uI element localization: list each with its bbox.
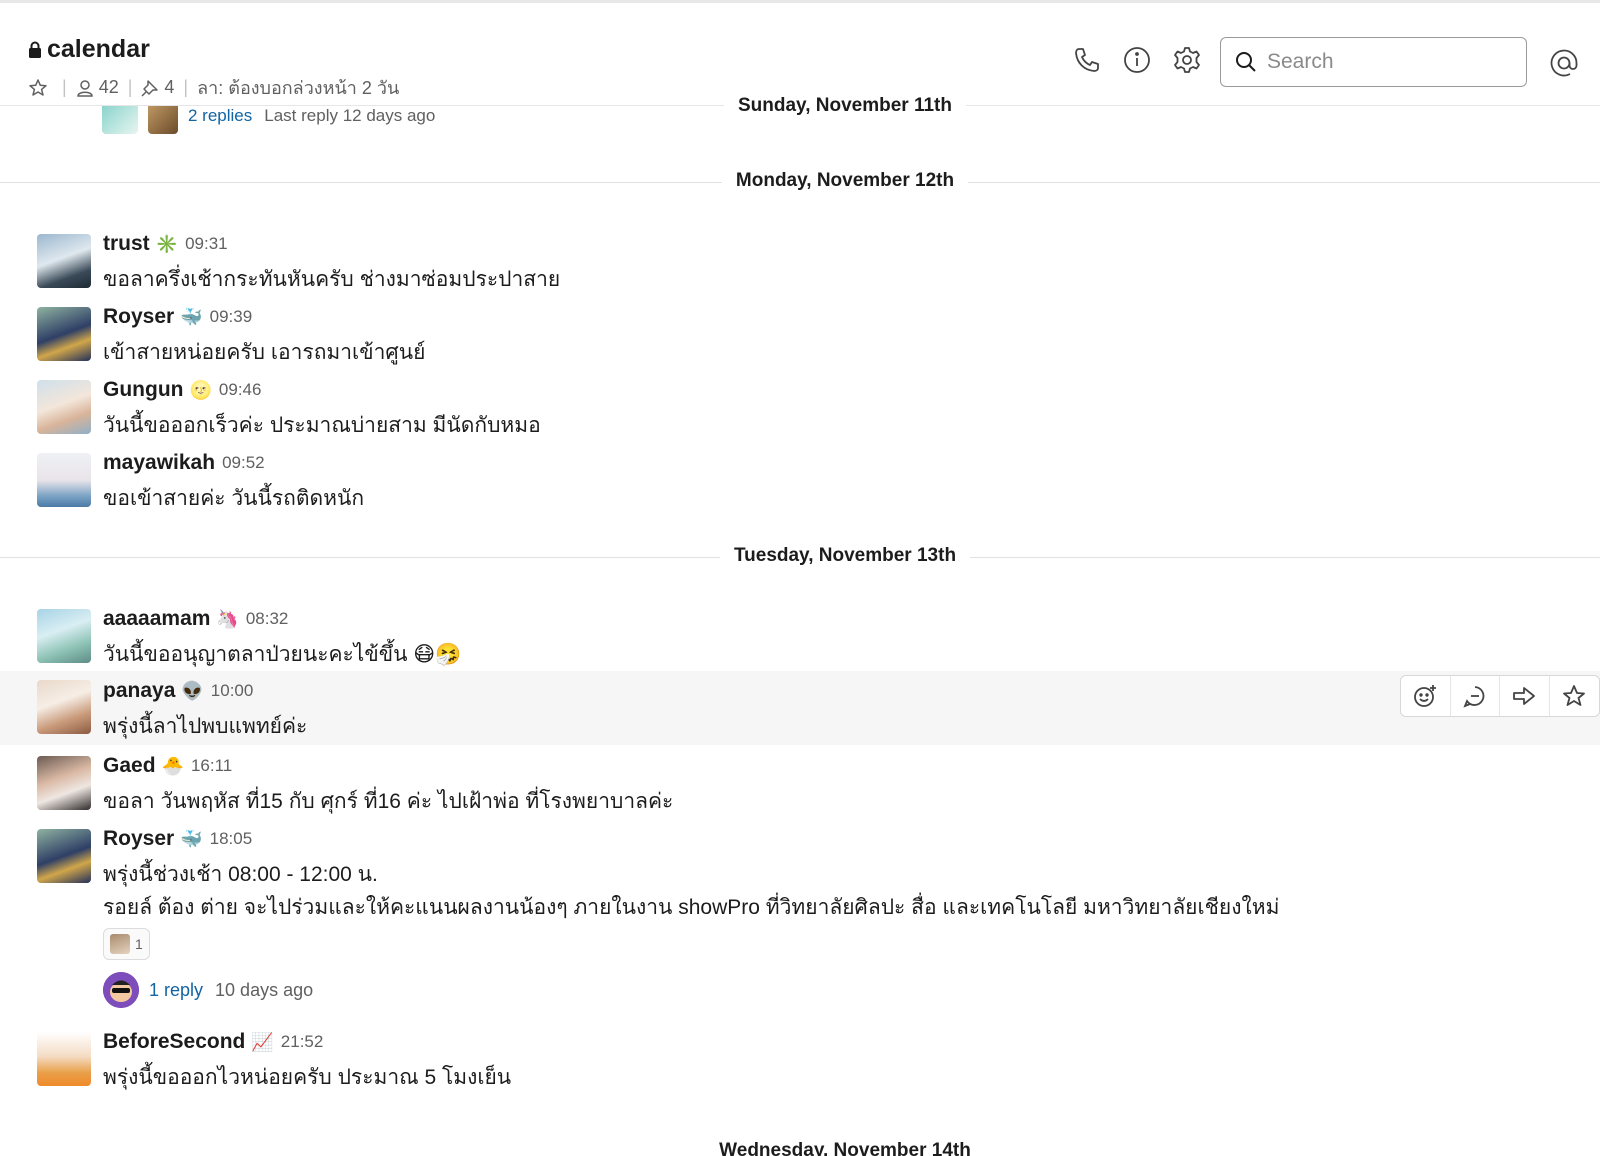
message-text-line2: รอยล์ ต้อง ต่าย จะไปร่วมและให้คะแนนผลงาน… (103, 896, 1280, 919)
phone-icon[interactable] (1072, 45, 1102, 75)
sender-name[interactable]: aaaaamam (103, 607, 210, 631)
message-text: พรุ่งนี้ลาไปพบแพทย์ค่ะ (103, 715, 308, 738)
message-text: เข้าสายหน่อยครับ เอารถมาเข้าศูนย์ (103, 341, 426, 364)
mentions-icon[interactable] (1548, 47, 1580, 79)
timestamp[interactable]: 09:39 (210, 307, 253, 327)
start-thread-icon[interactable] (1451, 676, 1501, 716)
member-count-value: 42 (98, 77, 119, 97)
reaction-avatar-icon (110, 934, 130, 954)
avatar[interactable] (37, 307, 91, 361)
reply-link[interactable]: 1 reply (149, 980, 203, 1001)
status-emoji-icon: 🦄 (216, 609, 239, 629)
avatar[interactable] (37, 453, 91, 507)
search-box[interactable] (1220, 37, 1527, 87)
channel-title[interactable]: calendar (28, 35, 150, 64)
pinned-count[interactable]: 4 (141, 77, 174, 98)
status-emoji-icon: ✳️ (155, 234, 179, 254)
date-divider-sunday: Sunday, November 11th (724, 95, 966, 117)
replies-link[interactable]: 2 replies (188, 106, 252, 126)
star-icon[interactable] (1550, 676, 1599, 716)
timestamp[interactable]: 09:52 (222, 453, 265, 473)
date-divider-monday: Monday, November 12th (721, 170, 969, 192)
avatar[interactable] (37, 829, 91, 883)
avatar[interactable] (37, 380, 91, 434)
sender-name[interactable]: Gungun (103, 378, 183, 402)
gear-icon[interactable] (1172, 45, 1202, 75)
message-text: วันนี้ขออนุญาตลาป่วยนะคะไข้ขึ้น 😷🤧 (103, 643, 462, 666)
member-count[interactable]: 42 (76, 77, 119, 98)
share-message-icon[interactable] (1500, 676, 1550, 716)
thread-summary[interactable]: 1 reply 10 days ago (103, 972, 313, 1008)
search-icon (1236, 52, 1256, 72)
message-text: ขอลา วันพฤหัส ที่15 กับ ศุกร์ ที่16 ค่ะ … (103, 790, 674, 813)
info-icon[interactable] (1122, 45, 1152, 75)
timestamp[interactable]: 09:31 (185, 234, 228, 254)
message-text-line1: พรุ่งนี้ช่วงเช้า 08:00 - 12:00 น. (103, 863, 378, 886)
add-reaction-icon[interactable] (1401, 676, 1451, 716)
star-channel-icon[interactable] (28, 78, 53, 98)
sender-name[interactable]: trust (103, 232, 150, 256)
timestamp[interactable]: 16:11 (191, 756, 232, 776)
message-text: วันนี้ขอออกเร็วค่ะ ประมาณบ่ายสาม มีนัดกั… (103, 414, 541, 437)
avatar[interactable] (37, 1032, 91, 1086)
timestamp[interactable]: 10:00 (211, 681, 254, 701)
status-emoji-icon: 👽 (181, 681, 204, 701)
status-emoji-icon: 🌝 (189, 380, 212, 400)
status-emoji-icon: 🐣 (161, 756, 184, 776)
message[interactable]: BeforeSecond 📈 21:52 พรุ่งนี้ขอออกไวหน่อ… (0, 1028, 1600, 1094)
message-hovered[interactable]: panaya 👽 10:00 พรุ่งนี้ลาไปพบแพทย์ค่ะ (0, 671, 1600, 745)
message[interactable]: mayawikah 09:52 ขอเข้าสายค่ะ วันนี้รถติด… (0, 449, 1600, 515)
status-emoji-icon: 🐳 (180, 829, 203, 849)
message-text: ขอลาครึ่งเช้ากระทันหันครับ ช่างมาซ่อมประ… (103, 268, 561, 291)
message-list: 2 replies Last reply 12 days ago Monday,… (0, 0, 1600, 1156)
last-reply-time: 10 days ago (215, 979, 314, 1000)
channel-name: calendar (47, 35, 150, 63)
avatar[interactable] (37, 234, 91, 288)
timestamp[interactable]: 09:46 (219, 380, 262, 400)
avatar[interactable] (37, 680, 91, 734)
timestamp[interactable]: 08:32 (246, 609, 289, 629)
message[interactable]: Royser 🐳 09:39 เข้าสายหน่อยครับ เอารถมาเ… (0, 303, 1600, 369)
sender-name[interactable]: mayawikah (103, 451, 215, 475)
search-input[interactable] (1267, 50, 1507, 74)
thread-participant-avatar (103, 972, 139, 1008)
message[interactable]: Gungun 🌝 09:46 วันนี้ขอออกเร็วค่ะ ประมาณ… (0, 376, 1600, 442)
message-text: พรุ่งนี้ขอออกไวหน่อยครับ ประมาณ 5 โมงเย็… (103, 1066, 512, 1089)
status-emoji-icon: 🐳 (180, 307, 203, 327)
reaction-count: 1 (135, 936, 143, 952)
sender-name[interactable]: BeforeSecond (103, 1030, 245, 1054)
last-reply-time: Last reply 12 days ago (264, 106, 436, 125)
channel-meta: | 42 | 4 | ลา: ต้องบอกล่วงหน้า 2 วัน (28, 73, 399, 102)
message[interactable]: trust ✳️ 09:31 ขอลาครึ่งเช้ากระทันหันครั… (0, 230, 1600, 296)
message-actions-toolbar (1400, 675, 1600, 717)
message-text: ขอเข้าสายค่ะ วันนี้รถติดหนัก (103, 487, 365, 510)
message[interactable]: Royser 🐳 18:05 พรุ่งนี้ช่วงเช้า 08:00 - … (0, 825, 1600, 1025)
sender-name[interactable]: Gaed (103, 754, 156, 778)
avatar[interactable] (37, 756, 91, 810)
sender-name[interactable]: panaya (103, 679, 175, 703)
timestamp[interactable]: 18:05 (210, 829, 253, 849)
sender-name[interactable]: Royser (103, 305, 174, 329)
date-divider-tuesday: Tuesday, November 13th (719, 545, 971, 567)
message[interactable]: aaaaamam 🦄 08:32 วันนี้ขออนุญาตลาป่วยนะค… (0, 605, 1600, 671)
reaction-button[interactable]: 1 (103, 928, 150, 960)
lock-icon (29, 41, 41, 58)
message[interactable]: Gaed 🐣 16:11 ขอลา วันพฤหัส ที่15 กับ ศุก… (0, 752, 1600, 818)
pinned-count-value: 4 (164, 77, 175, 97)
date-divider-wednesday: Wednesday, November 14th (719, 1140, 971, 1156)
channel-header: calendar | 42 | 4 | ลา: ต้องบอกล่วงหน้า … (0, 3, 1600, 106)
avatar[interactable] (37, 609, 91, 663)
channel-topic[interactable]: ลา: ต้องบอกล่วงหน้า 2 วัน (197, 73, 399, 102)
status-emoji-icon: 📈 (251, 1032, 274, 1052)
sender-name[interactable]: Royser (103, 827, 174, 851)
timestamp[interactable]: 21:52 (281, 1032, 324, 1052)
